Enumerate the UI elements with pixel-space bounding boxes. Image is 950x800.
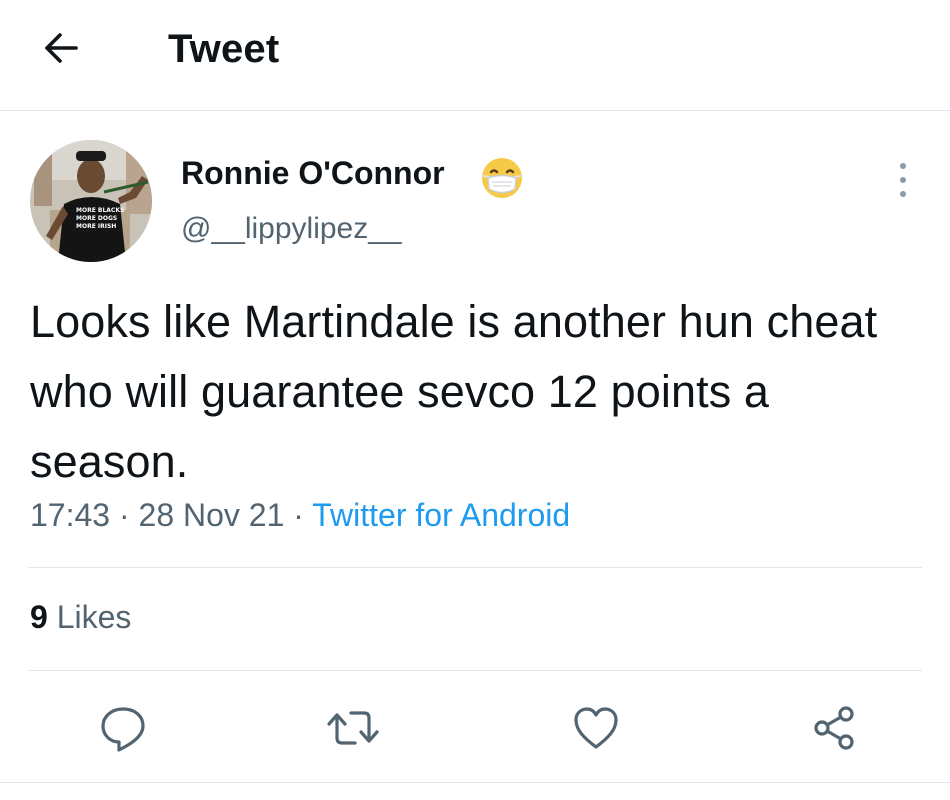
meta-separator: · [118,497,130,533]
likes-count: 9 [30,599,48,635]
reply-button[interactable] [95,700,151,756]
likes-label: Likes [56,599,132,635]
avatar-shirt-text-1: MORE BLACKS [76,207,124,214]
like-button[interactable] [568,700,624,756]
tweet-time[interactable]: 17:43 [30,497,110,533]
retweet-button[interactable] [325,700,381,756]
reply-icon [101,707,145,752]
share-button[interactable] [808,700,864,756]
tweet-source-link[interactable]: Twitter for Android [312,497,570,533]
more-vertical-icon [900,163,906,197]
like-heart-icon [574,707,618,749]
face-with-medical-mask-icon [480,156,524,200]
back-button[interactable] [36,26,88,70]
retweet-icon [327,711,379,745]
divider [28,567,922,568]
more-options-button[interactable] [888,160,918,200]
author-display-name[interactable]: Ronnie O'Connor [181,155,445,192]
avatar-photo: MORE BLACKS MORE DOGS MORE IRISH [30,140,152,262]
author-handle[interactable]: @__lippylipez__ [181,212,402,246]
tweet-metadata: 17:43 · 28 Nov 21 · Twitter for Android [30,497,570,534]
page-title: Tweet [168,27,280,71]
arrow-left-icon [45,33,78,63]
avatar-shirt-text-3: MORE IRISH [76,223,116,230]
tweet-date[interactable]: 28 Nov 21 [139,497,285,533]
bottom-divider [0,782,950,783]
meta-separator: · [293,497,304,533]
tweet-text: Looks like Martindale is another hun che… [30,296,878,487]
top-bar: Tweet [0,0,950,111]
avatar[interactable]: MORE BLACKS MORE DOGS MORE IRISH [30,140,152,262]
avatar-shirt-text-2: MORE DOGS [76,215,117,222]
divider [28,670,922,671]
likes-stat[interactable]: 9 Likes [30,599,131,636]
share-icon [814,706,854,750]
